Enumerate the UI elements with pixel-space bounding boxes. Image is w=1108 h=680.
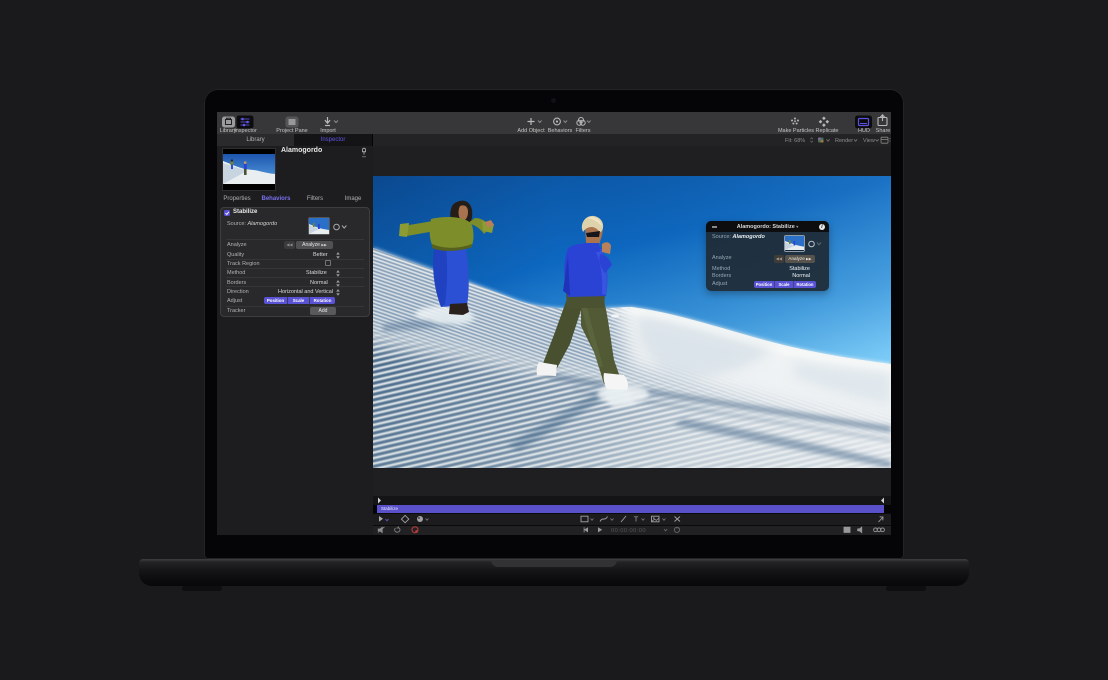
svg-text:Import: Import bbox=[320, 128, 336, 134]
svg-text:Inspector: Inspector bbox=[234, 128, 257, 134]
svg-text:T: T bbox=[634, 515, 639, 524]
svg-text:00:00:00:00: 00:00:00:00 bbox=[611, 528, 646, 534]
svg-text:View: View bbox=[863, 138, 875, 144]
svg-text:Fit: 68%: Fit: 68% bbox=[785, 138, 805, 144]
svg-text:Project Pane: Project Pane bbox=[276, 128, 308, 134]
svg-text:Render: Render bbox=[835, 138, 853, 144]
